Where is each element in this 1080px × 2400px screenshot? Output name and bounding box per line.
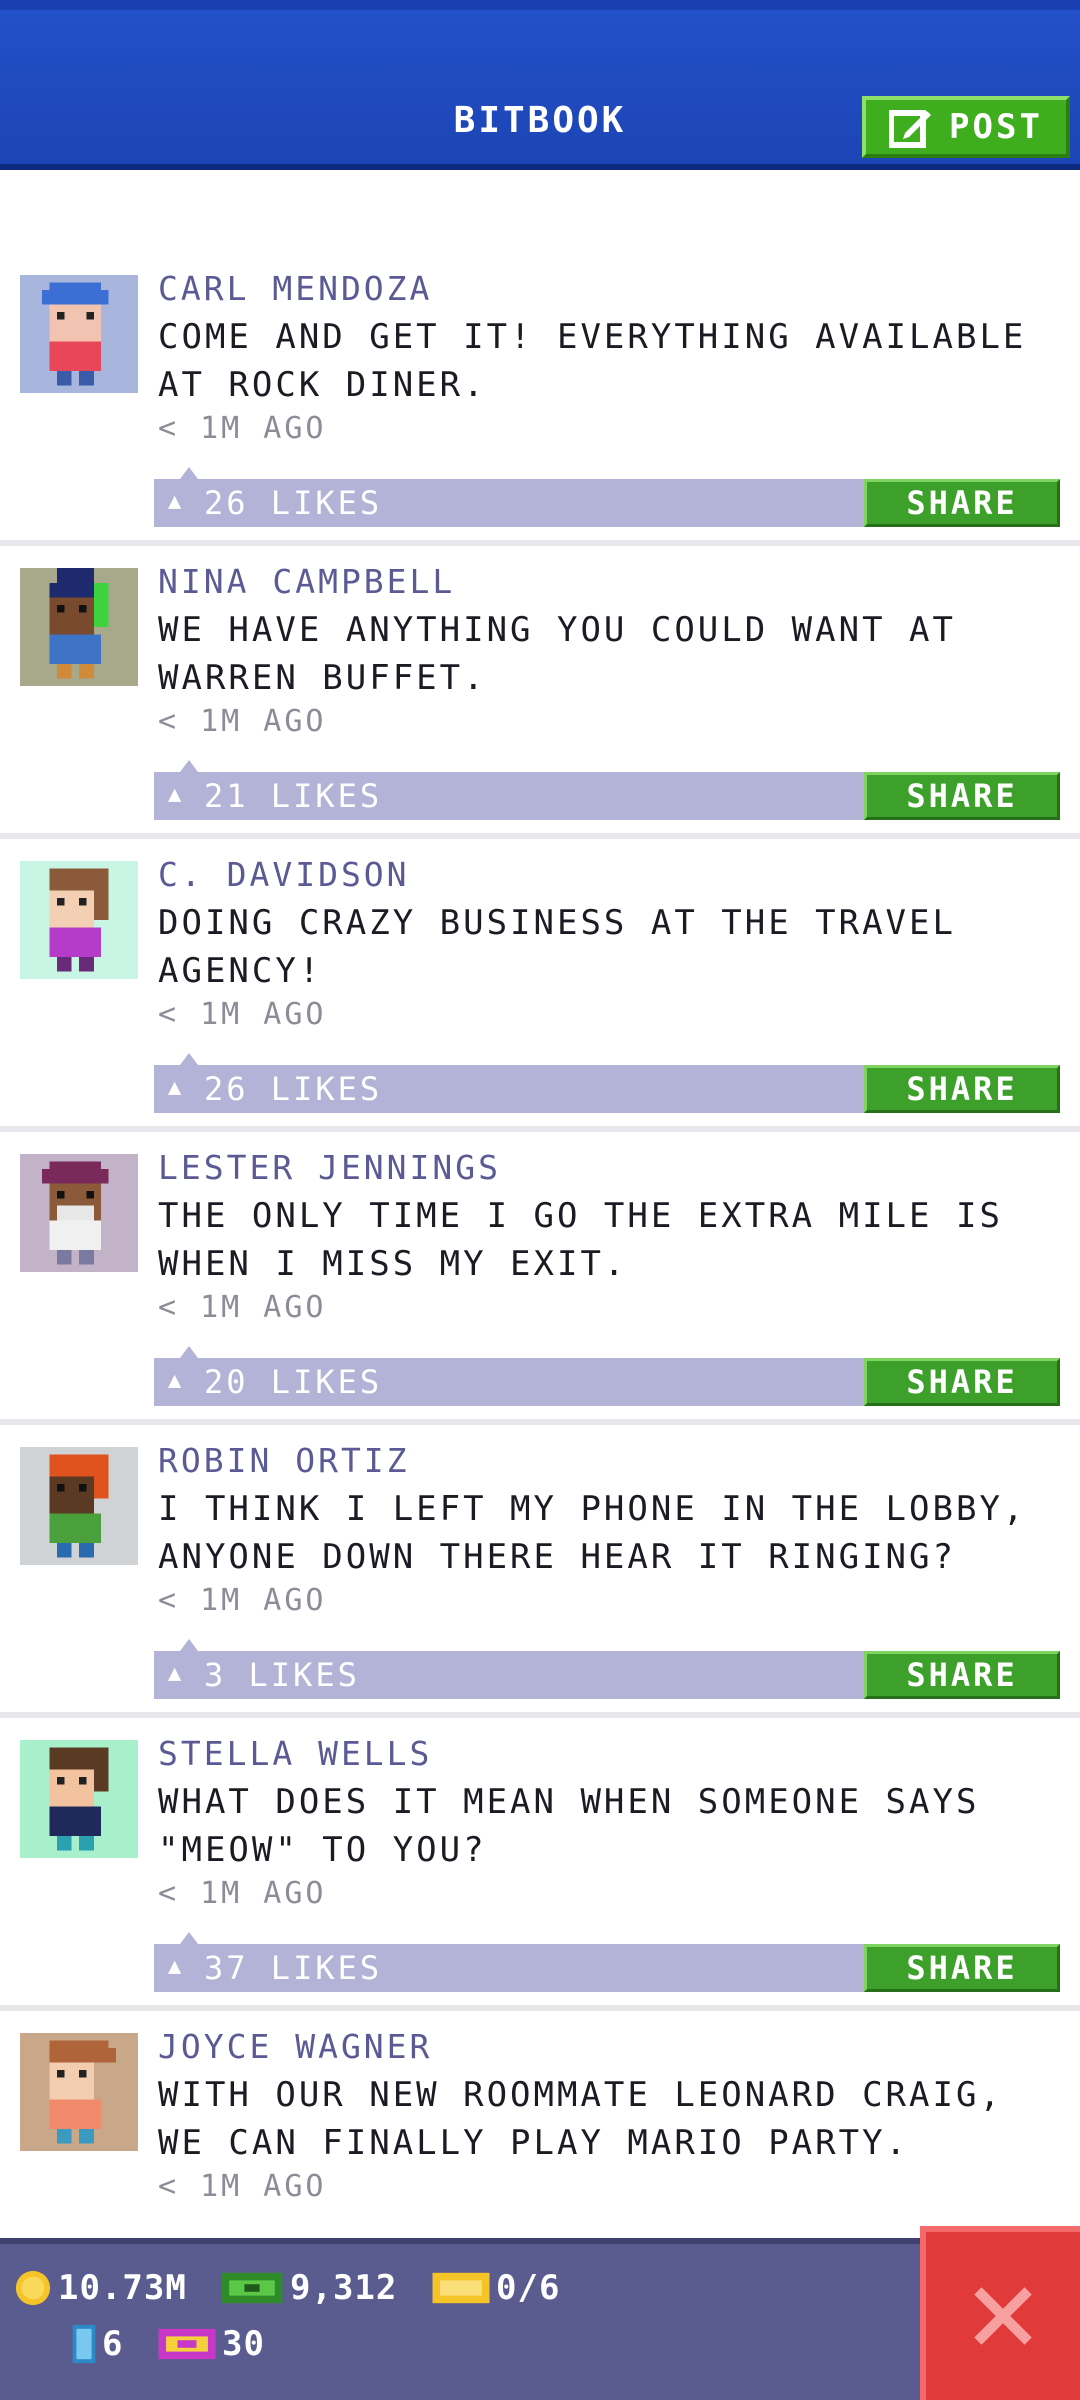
thumbs-up-icon: ▲: [168, 1954, 182, 1979]
likes-count: 26 LIKES: [204, 1070, 383, 1108]
bux-icon: [221, 2272, 283, 2304]
likes-count: 26 LIKES: [204, 484, 383, 522]
post-timestamp: < 1M AGO: [158, 1290, 327, 1325]
avatar: [20, 568, 138, 686]
share-button[interactable]: SHARE: [864, 1651, 1060, 1699]
feed-post: STELLA WELLS WHAT DOES IT MEAN WHEN SOME…: [0, 1718, 1080, 2011]
post-message: WITH OUR NEW ROOMMATE LEONARD CRAIG, WE …: [158, 2075, 1003, 2163]
resource-status-bar: 10.73M 9,312 0/6 6 30: [0, 2238, 1080, 2400]
post-author[interactable]: LESTER JENNINGS: [158, 1148, 501, 1187]
thumbs-up-icon: ▲: [168, 782, 182, 807]
bitbook-feed[interactable]: CARL MENDOZA COME AND GET IT! EVERYTHING…: [0, 253, 1080, 2304]
feed-post: ROBIN ORTIZ I THINK I LEFT MY PHONE IN T…: [0, 1425, 1080, 1718]
close-button[interactable]: [920, 2226, 1080, 2400]
likes-count: 37 LIKES: [204, 1949, 383, 1987]
post-author[interactable]: CARL MENDOZA: [158, 269, 432, 308]
feed-post: CARL MENDOZA COME AND GET IT! EVERYTHING…: [0, 253, 1080, 546]
post-timestamp: < 1M AGO: [158, 1583, 327, 1618]
avatar: [20, 2033, 138, 2151]
elevator-value: 6: [102, 2324, 124, 2364]
tickets-stat: 0/6: [432, 2268, 560, 2308]
post-timestamp: < 1M AGO: [158, 2169, 327, 2204]
coins-stat: 10.73M: [14, 2268, 187, 2308]
feed-post: NINA CAMPBELL WE HAVE ANYTHING YOU COULD…: [0, 546, 1080, 839]
post-author[interactable]: NINA CAMPBELL: [158, 562, 455, 601]
share-button[interactable]: SHARE: [864, 1065, 1060, 1113]
post-timestamp: < 1M AGO: [158, 997, 327, 1032]
share-button[interactable]: SHARE: [864, 479, 1060, 527]
share-button[interactable]: SHARE: [864, 1358, 1060, 1406]
coin-icon: [15, 2270, 51, 2306]
likes-count: 20 LIKES: [204, 1363, 383, 1401]
avatar: [20, 1154, 138, 1272]
post-message: THE ONLY TIME I GO THE EXTRA MILE IS WHE…: [158, 1196, 1003, 1284]
feed-post: LESTER JENNINGS THE ONLY TIME I GO THE E…: [0, 1132, 1080, 1425]
app-header: BITBOOK POST: [0, 0, 1080, 170]
post-timestamp: < 1M AGO: [158, 704, 327, 739]
avatar: [20, 1447, 138, 1565]
vip-value: 30: [222, 2324, 265, 2364]
share-button[interactable]: SHARE: [864, 772, 1060, 820]
post-author[interactable]: JOYCE WAGNER: [158, 2027, 432, 2066]
edit-icon: [889, 110, 932, 148]
bux-value: 9,312: [290, 2268, 398, 2308]
post-message: COME AND GET IT! EVERYTHING AVAILABLE AT…: [158, 317, 1027, 405]
post-button[interactable]: POST: [862, 96, 1070, 158]
likes-count: 3 LIKES: [204, 1656, 360, 1694]
avatar: [20, 861, 138, 979]
post-timestamp: < 1M AGO: [158, 411, 327, 446]
elevator-stat: 6: [72, 2324, 123, 2364]
post-author[interactable]: STELLA WELLS: [158, 1734, 432, 1773]
post-message: WE HAVE ANYTHING YOU COULD WANT AT WARRE…: [158, 610, 956, 698]
post-message: DOING CRAZY BUSINESS AT THE TRAVEL AGENC…: [158, 903, 956, 991]
thumbs-up-icon: ▲: [168, 1075, 182, 1100]
vip-stat: 30: [158, 2324, 265, 2364]
post-message: I THINK I LEFT MY PHONE IN THE LOBBY, AN…: [158, 1489, 1027, 1577]
post-author[interactable]: C. DAVIDSON: [158, 855, 410, 894]
share-button[interactable]: SHARE: [864, 1944, 1060, 1992]
vip-ticket-icon: [158, 2328, 216, 2360]
tickets-value: 0/6: [496, 2268, 561, 2308]
elevator-icon: [72, 2325, 96, 2363]
feed-post: C. DAVIDSON DOING CRAZY BUSINESS AT THE …: [0, 839, 1080, 1132]
post-message: WHAT DOES IT MEAN WHEN SOMEONE SAYS "MEO…: [158, 1782, 980, 1870]
close-icon: [974, 2287, 1032, 2345]
coins-value: 10.73M: [58, 2268, 187, 2308]
avatar: [20, 1740, 138, 1858]
post-author[interactable]: ROBIN ORTIZ: [158, 1441, 410, 1480]
bux-stat: 9,312: [220, 2268, 397, 2308]
ticket-icon: [432, 2272, 490, 2304]
thumbs-up-icon: ▲: [168, 1661, 182, 1686]
post-timestamp: < 1M AGO: [158, 1876, 327, 1911]
likes-count: 21 LIKES: [204, 777, 383, 815]
post-button-label: POST: [949, 107, 1043, 147]
thumbs-up-icon: ▲: [168, 489, 182, 514]
thumbs-up-icon: ▲: [168, 1368, 182, 1393]
avatar: [20, 275, 138, 393]
